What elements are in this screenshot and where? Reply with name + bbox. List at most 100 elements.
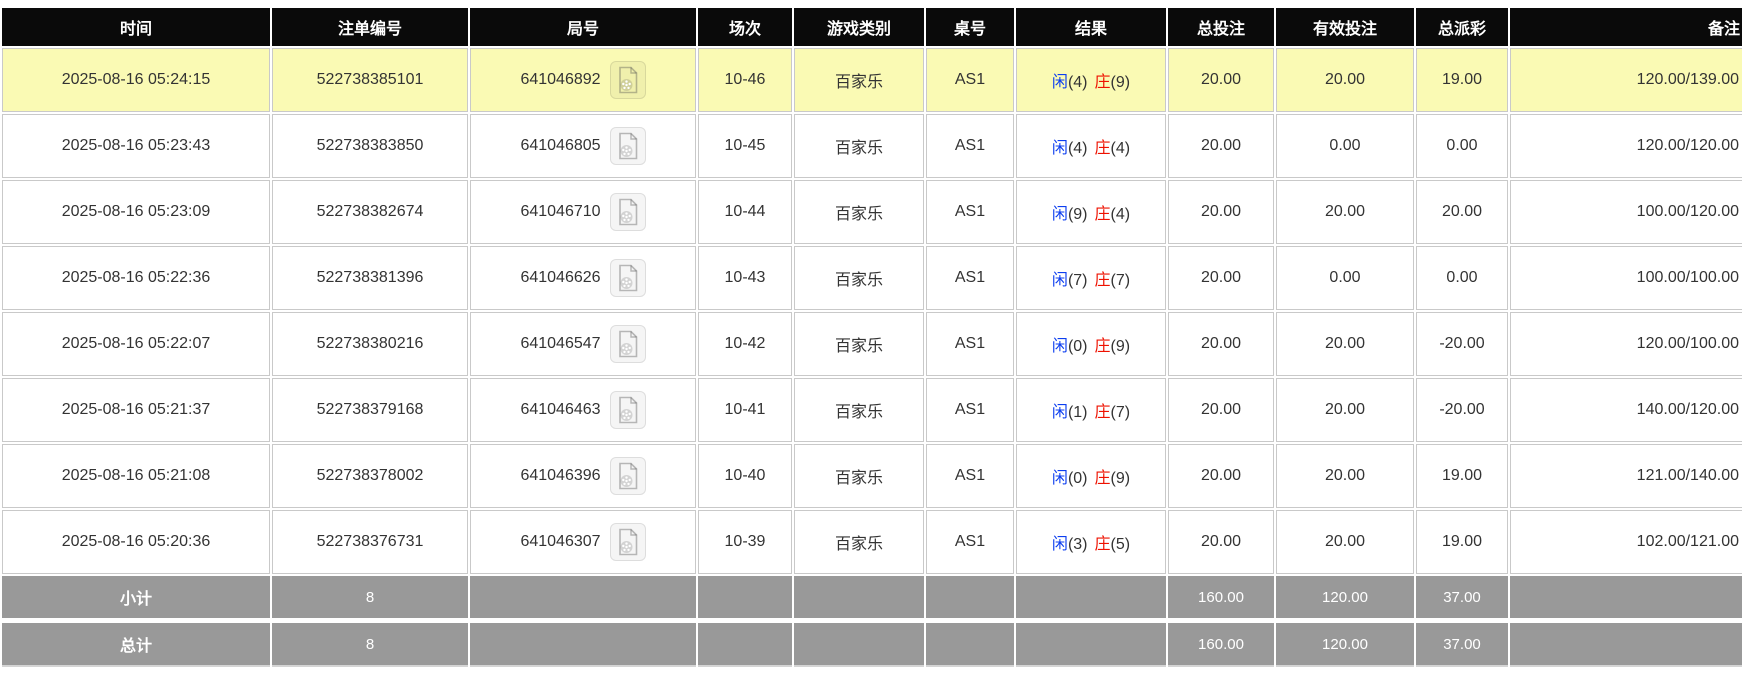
- banker-label: 庄: [1095, 74, 1111, 91]
- banker-label: 庄: [1095, 536, 1111, 553]
- table-row: 2025-08-16 05:23:43 522738383850 6410468…: [2, 114, 1742, 178]
- total-bet-cell: 20.00: [1168, 378, 1274, 442]
- video-replay-button[interactable]: [610, 325, 646, 363]
- player-label: 闲: [1052, 536, 1068, 553]
- banker-label: 庄: [1095, 470, 1111, 487]
- video-replay-button[interactable]: [610, 391, 646, 429]
- grand-total-valid-bet: 120.00: [1276, 620, 1414, 667]
- subtotal-total-bet: 160.00: [1168, 576, 1274, 618]
- time-cell: 2025-08-16 05:22:36: [2, 246, 270, 310]
- table-row: 2025-08-16 05:22:36 522738381396 6410466…: [2, 246, 1742, 310]
- time-cell: 2025-08-16 05:21:37: [2, 378, 270, 442]
- bet-id-cell: 522738381396: [272, 246, 468, 310]
- game-type-cell: 百家乐: [794, 114, 924, 178]
- video-replay-button[interactable]: [610, 127, 646, 165]
- video-replay-button[interactable]: [610, 193, 646, 231]
- payout-cell: -20.00: [1416, 312, 1508, 376]
- payout-cell: 19.00: [1416, 48, 1508, 112]
- valid-bet-cell: 20.00: [1276, 510, 1414, 574]
- game-type-cell: 百家乐: [794, 312, 924, 376]
- round-id: 641046892: [520, 71, 600, 89]
- remark-cell: 120.00/139.00: [1510, 48, 1742, 112]
- remark-cell: 120.00/120.00: [1510, 114, 1742, 178]
- header-row: 时间 注单编号 局号 场次 游戏类别 桌号 结果 总投注 有效投注 总派彩 备注: [2, 8, 1742, 46]
- session-cell: 10-46: [698, 48, 792, 112]
- session-cell: 10-41: [698, 378, 792, 442]
- table-row: 2025-08-16 05:22:07 522738380216 6410465…: [2, 312, 1742, 376]
- game-type-cell: 百家乐: [794, 180, 924, 244]
- video-replay-button[interactable]: [610, 61, 646, 99]
- subtotal-valid-bet: 120.00: [1276, 576, 1414, 618]
- video-file-icon: [616, 462, 640, 490]
- table-no-cell: AS1: [926, 48, 1014, 112]
- player-score: (1): [1068, 404, 1088, 421]
- time-cell: 2025-08-16 05:23:09: [2, 180, 270, 244]
- subtotal-row: 小计 8 160.00 120.00 37.00: [2, 576, 1742, 618]
- valid-bet-cell: 20.00: [1276, 444, 1414, 508]
- bet-id-cell: 522738383850: [272, 114, 468, 178]
- total-bet-cell: 20.00: [1168, 312, 1274, 376]
- col-header-result: 结果: [1016, 8, 1166, 46]
- round-id: 641046805: [520, 137, 600, 155]
- round-cell: 641046396: [470, 444, 696, 508]
- total-bet-cell: 20.00: [1168, 246, 1274, 310]
- result-cell: 闲(9)庄(4): [1016, 180, 1166, 244]
- video-replay-button[interactable]: [610, 259, 646, 297]
- bet-id-cell: 522738378002: [272, 444, 468, 508]
- bet-id-cell: 522738380216: [272, 312, 468, 376]
- player-score: (4): [1068, 140, 1088, 157]
- subtotal-payout: 37.00: [1416, 576, 1508, 618]
- player-score: (3): [1068, 536, 1088, 553]
- player-score: (7): [1068, 272, 1088, 289]
- table-row: 2025-08-16 05:21:08 522738378002 6410463…: [2, 444, 1742, 508]
- table-no-cell: AS1: [926, 246, 1014, 310]
- result-cell: 闲(7)庄(7): [1016, 246, 1166, 310]
- round-cell: 641046892: [470, 48, 696, 112]
- banker-label: 庄: [1095, 404, 1111, 421]
- time-cell: 2025-08-16 05:22:07: [2, 312, 270, 376]
- payout-cell: 0.00: [1416, 114, 1508, 178]
- remark-cell: 120.00/100.00: [1510, 312, 1742, 376]
- time-cell: 2025-08-16 05:21:08: [2, 444, 270, 508]
- total-bet-cell: 20.00: [1168, 114, 1274, 178]
- session-cell: 10-44: [698, 180, 792, 244]
- video-file-icon: [616, 66, 640, 94]
- valid-bet-cell: 20.00: [1276, 48, 1414, 112]
- time-cell: 2025-08-16 05:23:43: [2, 114, 270, 178]
- round-id: 641046547: [520, 335, 600, 353]
- session-cell: 10-42: [698, 312, 792, 376]
- col-header-session: 场次: [698, 8, 792, 46]
- remark-cell: 121.00/140.00: [1510, 444, 1742, 508]
- payout-cell: 0.00: [1416, 246, 1508, 310]
- table-row: 2025-08-16 05:20:36 522738376731 6410463…: [2, 510, 1742, 574]
- total-bet-cell: 20.00: [1168, 180, 1274, 244]
- round-id: 641046307: [520, 533, 600, 551]
- video-replay-button[interactable]: [610, 457, 646, 495]
- game-type-cell: 百家乐: [794, 510, 924, 574]
- bet-id-cell: 522738382674: [272, 180, 468, 244]
- session-cell: 10-43: [698, 246, 792, 310]
- banker-score: (7): [1111, 272, 1131, 289]
- table-no-cell: AS1: [926, 378, 1014, 442]
- total-bet-cell: 20.00: [1168, 48, 1274, 112]
- bet-records-table: 时间 注单编号 局号 场次 游戏类别 桌号 结果 总投注 有效投注 总派彩 备注…: [0, 6, 1742, 669]
- banker-score: (7): [1111, 404, 1131, 421]
- video-file-icon: [616, 264, 640, 292]
- valid-bet-cell: 0.00: [1276, 114, 1414, 178]
- video-replay-button[interactable]: [610, 523, 646, 561]
- round-cell: 641046463: [470, 378, 696, 442]
- round-cell: 641046805: [470, 114, 696, 178]
- round-id: 641046463: [520, 401, 600, 419]
- player-label: 闲: [1052, 338, 1068, 355]
- video-file-icon: [616, 132, 640, 160]
- banker-score: (4): [1111, 206, 1131, 223]
- player-label: 闲: [1052, 404, 1068, 421]
- game-type-cell: 百家乐: [794, 378, 924, 442]
- round-cell: 641046710: [470, 180, 696, 244]
- round-id: 641046396: [520, 467, 600, 485]
- grand-total-row: 总计 8 160.00 120.00 37.00: [2, 620, 1742, 667]
- remark-cell: 100.00/120.00: [1510, 180, 1742, 244]
- result-cell: 闲(1) 庄(7): [1016, 378, 1166, 442]
- player-label: 闲: [1052, 206, 1068, 223]
- banker-label: 庄: [1095, 272, 1111, 289]
